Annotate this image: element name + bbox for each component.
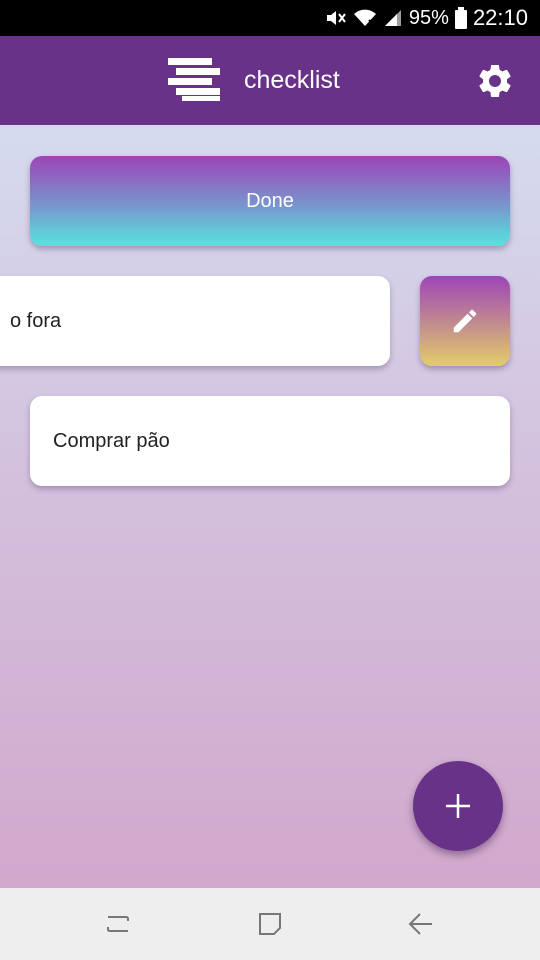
battery-icon [454,7,467,29]
task-text: o fora [10,309,62,332]
task-item[interactable]: Comprar pão [30,396,510,486]
clock: 22:10 [472,5,528,30]
back-icon [408,913,432,935]
home-button[interactable] [250,904,290,944]
battery-percent: 95% [408,6,449,29]
mute-icon [326,11,346,25]
navigation-bar [0,888,540,960]
gear-icon [479,64,511,97]
recents-button[interactable] [98,904,138,944]
back-button[interactable] [400,904,440,944]
plus-icon [446,794,470,818]
recents-icon [107,916,129,932]
status-bar: 95% 22:10 [0,0,540,36]
done-button[interactable]: Done [30,156,510,246]
settings-button[interactable] [474,60,516,102]
wifi-icon [353,9,376,27]
app-bar: checklist [0,36,540,125]
main-content: Done o fora Comprar pão [0,125,540,888]
status-icons: 95% 22:10 [325,0,528,36]
edit-button[interactable] [420,276,510,366]
add-task-button[interactable] [413,761,503,851]
home-icon [259,913,281,935]
pencil-icon [453,309,477,333]
task-item[interactable]: o fora [0,276,390,366]
task-text: Comprar pão [53,429,170,452]
logo-icon [168,58,220,101]
done-label: Done [246,189,294,212]
signal-icon [384,10,401,26]
app-title: checklist [244,66,340,94]
